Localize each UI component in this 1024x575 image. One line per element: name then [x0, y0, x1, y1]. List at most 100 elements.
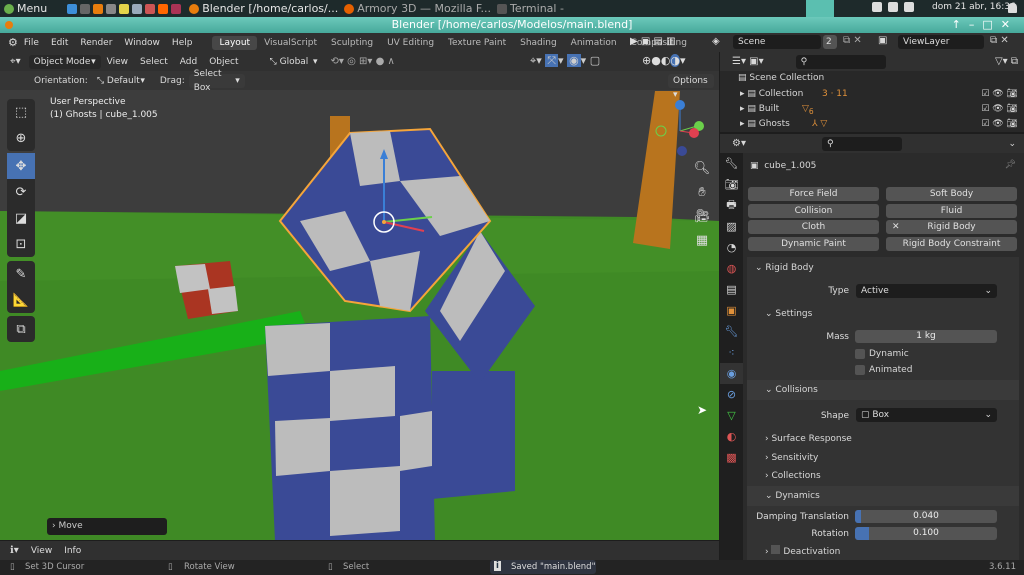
orientation-dropdown[interactable]: ⤡ Default ▾: [92, 74, 150, 88]
view-layer-tab-icon[interactable]: ▨: [720, 216, 743, 237]
view-layer-icon[interactable]: ▣: [878, 35, 887, 46]
outliner-item-ghosts[interactable]: ▸ ▤ Ghosts ⅄ ▽ ☑ 👁︎ 📷︎: [740, 119, 1018, 129]
animated-checkbox[interactable]: [855, 365, 865, 375]
visibility-gizmo-overlay-icons[interactable]: ⌖▾ ⤧ ▾ ◉ ▾ ▢: [530, 54, 600, 68]
rigid-body-panel-header[interactable]: ⌄ Rigid Body: [755, 263, 814, 273]
menu-view[interactable]: View: [101, 57, 134, 67]
outliner-item-collection[interactable]: ▸ ▤ Collection 3 · 11 ☑ 👁︎ 📷︎: [740, 89, 1018, 99]
tab-uv-editing[interactable]: UV Editing: [380, 36, 441, 50]
workspace-indicator[interactable]: [806, 0, 834, 17]
tray-icons[interactable]: [872, 2, 914, 12]
info-editor-icon[interactable]: ℹ▾: [10, 545, 19, 556]
report-message[interactable]: i Saved "main.blend": [490, 560, 596, 574]
new-view-layer-icon[interactable]: ⧉ ✕: [990, 35, 1009, 46]
scene-collection-row[interactable]: ▤ Scene Collection: [738, 73, 824, 83]
tab-sculpting[interactable]: Sculpting: [324, 36, 380, 50]
visibility-toggles[interactable]: ☑ 👁︎ 📷︎: [981, 104, 1018, 114]
mode-selector[interactable]: Object Mode ▾: [28, 54, 101, 69]
new-scene-icon[interactable]: ⧉ ✕: [843, 35, 862, 46]
dynamic-checkbox[interactable]: [855, 349, 865, 359]
outliner-search[interactable]: ⚲: [795, 54, 886, 69]
render-tab-icon[interactable]: 📷︎: [720, 174, 743, 195]
measure-icon[interactable]: 📐: [7, 287, 35, 313]
texture-tab-icon[interactable]: ▩: [720, 447, 743, 468]
notifications-icon[interactable]: [1008, 3, 1017, 13]
collision-button[interactable]: Collision: [748, 204, 879, 218]
mass-field[interactable]: 1 kg: [855, 330, 997, 343]
window-title-bar[interactable]: Blender [/home/carlos/Modelos/main.blend…: [0, 17, 1024, 33]
menu-info[interactable]: Info: [58, 546, 87, 556]
options-chevron-icon[interactable]: ⌄: [1008, 139, 1016, 149]
world-tab-icon[interactable]: ◍: [720, 258, 743, 279]
tab-layout[interactable]: Layout: [212, 35, 258, 50]
shape-dropdown[interactable]: ▢ Box ⌄: [856, 408, 997, 422]
cursor-icon[interactable]: ⊕: [7, 125, 35, 151]
window-button-terminal[interactable]: Terminal -: [496, 2, 564, 15]
menu-render[interactable]: Render: [74, 38, 118, 48]
collisions-subpanel-header[interactable]: ⌄ Collisions: [747, 380, 1019, 400]
pin-icon[interactable]: 📌︎: [1005, 160, 1016, 170]
move-icon[interactable]: ✥: [7, 153, 35, 179]
deactivation-subpanel[interactable]: › Deactivation: [765, 545, 840, 558]
blender-logo-icon[interactable]: ⚙: [8, 36, 18, 49]
scale-icon[interactable]: ◪: [7, 205, 35, 231]
window-controls[interactable]: ↑–□✕: [952, 17, 1018, 33]
outliner-item-built[interactable]: ▸ ▤ Built ▽6 ☑ 👁︎ 📷︎: [740, 104, 1018, 116]
visibility-toggles[interactable]: ☑ 👁︎ 📷︎: [981, 89, 1018, 99]
add-cube-icon[interactable]: ⧉: [7, 316, 35, 342]
viewport-nav-buttons[interactable]: 🔍︎ ✋︎ 🎥︎ ▦: [690, 157, 714, 253]
physics-tab-icon[interactable]: ◉: [720, 363, 743, 384]
damping-translation-slider[interactable]: 0.040: [855, 510, 997, 523]
transform-icon[interactable]: ⊡: [7, 231, 35, 257]
editor-type-icon[interactable]: ⚙▾: [732, 138, 746, 149]
dynamics-subpanel-header[interactable]: ⌄ Dynamics: [747, 486, 1019, 506]
surface-response-subpanel[interactable]: › Surface Response: [765, 434, 852, 444]
soft-body-button[interactable]: Soft Body: [886, 187, 1017, 201]
options-dropdown[interactable]: Options ▾: [668, 74, 714, 100]
tab-texture-paint[interactable]: Texture Paint: [441, 36, 513, 50]
type-dropdown[interactable]: Active ⌄: [856, 284, 997, 298]
force-field-button[interactable]: Force Field: [748, 187, 879, 201]
menu-select[interactable]: Select: [134, 57, 174, 67]
scene-icon[interactable]: ◈: [712, 36, 720, 47]
tab-animation[interactable]: Animation: [564, 36, 624, 50]
output-tab-icon[interactable]: 🖶: [720, 195, 743, 216]
editor-type-icon[interactable]: ⌖▾: [10, 56, 21, 67]
collections-subpanel[interactable]: › Collections: [765, 471, 821, 481]
particles-tab-icon[interactable]: ⁖: [720, 342, 743, 363]
properties-search[interactable]: ⚲: [821, 136, 902, 151]
constraints-tab-icon[interactable]: ⊘: [720, 384, 743, 405]
select-box-icon[interactable]: ⬚: [7, 99, 35, 125]
scene-tab-icon[interactable]: ◔: [720, 237, 743, 258]
menu-help[interactable]: Help: [166, 38, 199, 48]
menu-window[interactable]: Window: [118, 38, 166, 48]
3d-viewport[interactable]: User Perspective (1) Ghosts | cube_1.005…: [0, 71, 719, 540]
menu-edit[interactable]: Edit: [45, 38, 74, 48]
menu-button[interactable]: Menu: [4, 2, 47, 15]
menu-view[interactable]: View: [25, 546, 58, 556]
modifier-tab-icon[interactable]: 🔧︎: [720, 321, 743, 342]
tool-tab-icon[interactable]: 🔧︎: [720, 153, 743, 174]
window-button-blender[interactable]: Blender [/home/carlos/...: [189, 2, 338, 15]
tab-visualscript[interactable]: VisualScript: [257, 36, 324, 50]
rotate-icon[interactable]: ⟳: [7, 179, 35, 205]
shading-mode-icons[interactable]: ⊕●◐◑▾: [642, 54, 686, 67]
material-tab-icon[interactable]: ◐: [720, 426, 743, 447]
sensitivity-subpanel[interactable]: › Sensitivity: [765, 453, 818, 463]
scene-users-count[interactable]: 2: [823, 35, 837, 49]
menu-object[interactable]: Object: [203, 57, 244, 67]
view-layer-selector[interactable]: ViewLayer: [898, 35, 984, 49]
play-game-icon[interactable]: ▶ ▣ ▤ ▥: [630, 36, 676, 47]
last-operator-panel[interactable]: › Move: [47, 518, 167, 535]
visibility-toggles[interactable]: ☑ 👁︎ 📷︎: [981, 119, 1018, 129]
object-tab-icon[interactable]: ▣: [720, 300, 743, 321]
scene-selector[interactable]: Scene: [733, 35, 821, 49]
annotate-icon[interactable]: ✎: [7, 261, 35, 287]
fluid-button[interactable]: Fluid: [886, 204, 1017, 218]
settings-subpanel-header[interactable]: ⌄ Settings: [765, 309, 1024, 319]
tab-shading[interactable]: Shading: [513, 36, 564, 50]
window-button-firefox[interactable]: Armory 3D — Mozilla F...: [344, 2, 491, 15]
menu-add[interactable]: Add: [174, 57, 203, 67]
transform-orientation-selector[interactable]: ⤡ Global ▾: [264, 54, 323, 69]
data-tab-icon[interactable]: ▽: [720, 405, 743, 426]
